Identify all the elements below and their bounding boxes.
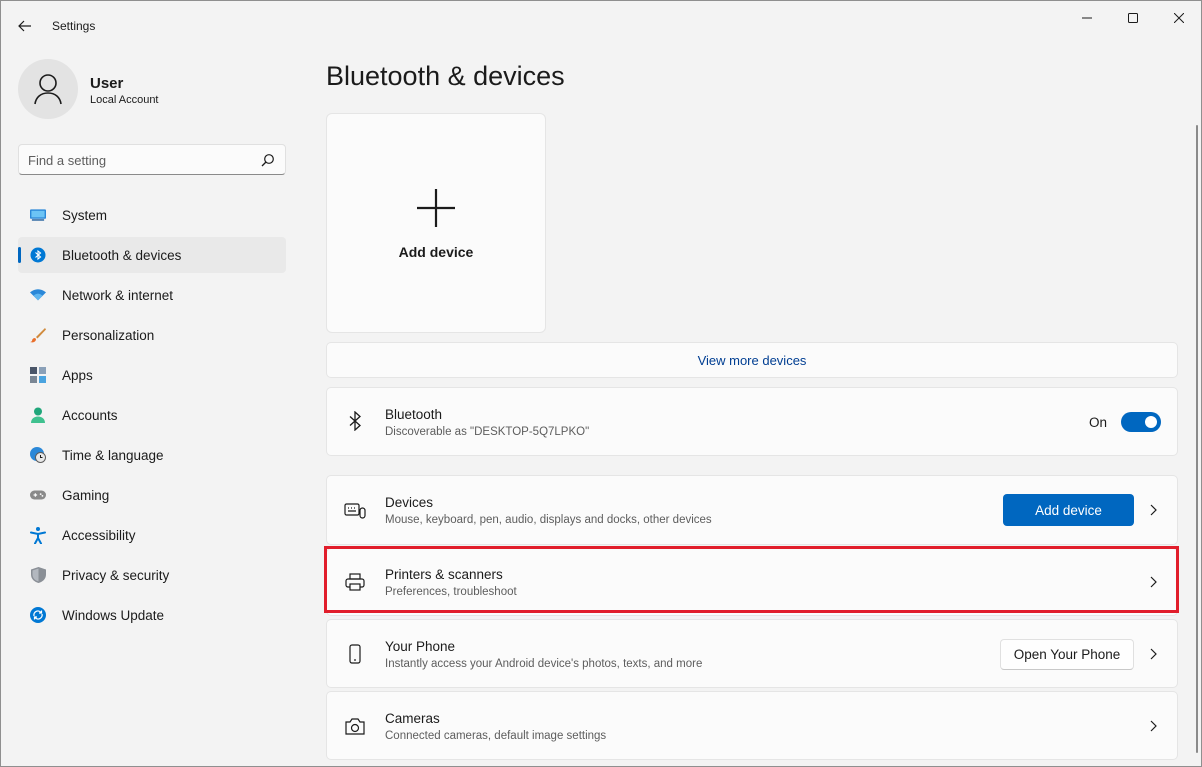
sidebar-item-time-language[interactable]: Time & language — [18, 437, 286, 473]
sidebar-item-label: Privacy & security — [62, 568, 170, 583]
app-title: Settings — [52, 19, 96, 33]
bluetooth-icon — [30, 247, 46, 263]
your-phone-card[interactable]: Your Phone Instantly access your Android… — [326, 619, 1178, 688]
devices-subtitle: Mouse, keyboard, pen, audio, displays an… — [385, 514, 712, 526]
title-bar: Settings — [1, 1, 1201, 49]
shield-icon — [30, 567, 46, 583]
add-device-tile[interactable]: Add device — [326, 113, 546, 333]
devices-card[interactable]: Devices Mouse, keyboard, pen, audio, dis… — [326, 475, 1178, 545]
sidebar-item-label: Accounts — [62, 408, 118, 423]
sidebar-item-label: Bluetooth & devices — [62, 248, 182, 263]
sidebar-item-label: Time & language — [62, 448, 164, 463]
view-more-devices-label: View more devices — [697, 353, 807, 368]
toggle-knob — [1145, 416, 1157, 428]
search-input[interactable] — [28, 151, 248, 169]
close-button[interactable] — [1156, 5, 1201, 31]
sidebar-item-system[interactable]: System — [18, 197, 286, 233]
add-device-button[interactable]: Add device — [1003, 494, 1134, 526]
brush-icon — [30, 327, 46, 343]
cameras-title: Cameras — [385, 711, 440, 726]
avatar[interactable] — [18, 59, 78, 119]
chevron-right-icon — [1150, 648, 1157, 660]
chevron-right-icon — [1150, 504, 1157, 516]
sidebar-item-apps[interactable]: Apps — [18, 357, 286, 393]
phone-icon — [344, 643, 366, 665]
maximize-button[interactable] — [1110, 5, 1156, 31]
printers-scanners-card[interactable]: Printers & scanners Preferences, trouble… — [326, 548, 1178, 616]
maximize-icon — [1128, 13, 1138, 23]
back-button[interactable] — [11, 13, 39, 39]
sidebar-item-label: Windows Update — [62, 608, 165, 623]
bluetooth-toggle-label: On — [1089, 415, 1108, 430]
open-your-phone-button[interactable]: Open Your Phone — [1000, 639, 1134, 670]
plus-icon — [417, 189, 455, 227]
update-icon — [30, 607, 46, 623]
minimize-button[interactable] — [1064, 5, 1110, 31]
sidebar-item-bluetooth-devices[interactable]: Bluetooth & devices — [18, 237, 286, 273]
bluetooth-subtitle: Discoverable as "DESKTOP-5Q7LPKO" — [385, 426, 590, 438]
cameras-subtitle: Connected cameras, default image setting… — [385, 730, 607, 742]
search-icon[interactable] — [261, 153, 275, 167]
apps-icon — [30, 367, 46, 383]
printers-subtitle: Preferences, troubleshoot — [385, 586, 517, 598]
close-icon — [1174, 13, 1184, 23]
camera-icon — [344, 715, 366, 737]
user-name: User — [90, 75, 124, 92]
person-icon — [30, 407, 46, 423]
keyboard-mouse-icon — [344, 500, 366, 522]
settings-window: Settings User Local Account System — [0, 0, 1202, 767]
view-more-devices-button[interactable]: View more devices — [326, 342, 1178, 378]
sidebar-nav: System Bluetooth & devices Network & int… — [18, 197, 286, 637]
back-arrow-icon — [18, 20, 31, 32]
printers-title: Printers & scanners — [385, 567, 503, 582]
devices-title: Devices — [385, 495, 434, 510]
sidebar-item-accounts[interactable]: Accounts — [18, 397, 286, 433]
sidebar-item-label: Gaming — [62, 488, 110, 503]
accessibility-icon — [30, 526, 46, 544]
sidebar-item-network[interactable]: Network & internet — [18, 277, 286, 313]
printer-icon — [344, 571, 366, 593]
sidebar-item-label: Personalization — [62, 328, 155, 343]
sidebar-item-label: System — [62, 208, 108, 223]
add-device-tile-label: Add device — [398, 244, 474, 260]
main-scrollbar[interactable] — [1196, 125, 1198, 753]
your-phone-title: Your Phone — [385, 639, 456, 654]
user-account-type: Local Account — [90, 94, 159, 106]
search-box[interactable] — [18, 144, 286, 175]
sidebar-item-label: Network & internet — [62, 288, 174, 303]
sidebar-item-privacy-security[interactable]: Privacy & security — [18, 557, 286, 593]
chevron-right-icon — [1150, 720, 1157, 732]
sidebar-item-accessibility[interactable]: Accessibility — [18, 517, 286, 553]
globe-clock-icon — [30, 447, 46, 463]
sidebar-item-windows-update[interactable]: Windows Update — [18, 597, 286, 633]
page-title: Bluetooth & devices — [326, 61, 565, 91]
wifi-icon — [30, 287, 46, 303]
sidebar-item-personalization[interactable]: Personalization — [18, 317, 286, 353]
minimize-icon — [1082, 17, 1092, 19]
sidebar-item-label: Apps — [62, 368, 93, 383]
monitor-icon — [30, 207, 46, 223]
your-phone-subtitle: Instantly access your Android device's p… — [385, 658, 703, 670]
bluetooth-title: Bluetooth — [385, 407, 443, 422]
bluetooth-icon — [344, 410, 366, 432]
sidebar-item-label: Accessibility — [62, 528, 136, 543]
bluetooth-toggle[interactable] — [1121, 412, 1161, 432]
cameras-card[interactable]: Cameras Connected cameras, default image… — [326, 691, 1178, 760]
bluetooth-setting-card: Bluetooth Discoverable as "DESKTOP-5Q7LP… — [326, 387, 1178, 456]
sidebar-item-gaming[interactable]: Gaming — [18, 477, 286, 513]
gamepad-icon — [30, 487, 46, 503]
chevron-right-icon — [1150, 576, 1157, 588]
user-icon — [34, 74, 62, 105]
